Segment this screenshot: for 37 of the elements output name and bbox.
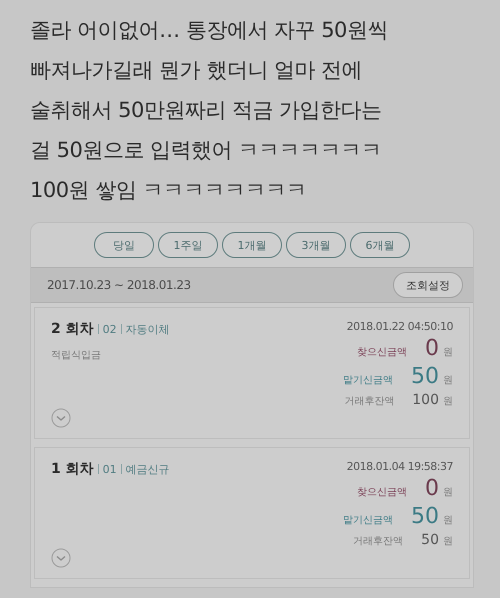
currency-unit: 원 [443, 395, 453, 408]
query-settings-button[interactable]: 조회설정 [393, 272, 463, 298]
expand-icon[interactable] [51, 548, 71, 568]
period-button[interactable]: 6개월 [350, 232, 410, 258]
currency-unit: 원 [443, 346, 453, 359]
transaction-datetime: 2018.01.22 04:50:10 [346, 320, 453, 333]
period-button[interactable]: 3개월 [286, 232, 346, 258]
currency-unit: 원 [443, 535, 453, 548]
amount-value: 100 [412, 392, 439, 408]
transaction-code: 02 [102, 323, 117, 336]
date-range: 2017.10.23 ~ 2018.01.23 [47, 278, 191, 292]
amount-label: 맡기신금액 [343, 374, 393, 387]
post-text: 졸라 어이없어… 통장에서 자꾸 50원씩 빠져나가길래 뭔가 했더니 얼마 전에 술취해서 50만원짜리 적금 가입한다는 걸 50원으로 입력했어 ㅋㅋㅋㅋㅋㅋㅋ 100원 쌓임 ㅋㅋㅋㅋㅋㅋㅋㅋ [30, 17, 389, 204]
currency-unit: 원 [443, 374, 453, 387]
amount-label: 거래후잔액 [353, 535, 404, 548]
expand-icon[interactable] [51, 408, 71, 428]
currency-unit: 원 [443, 486, 453, 499]
amount-label: 찾으신금액 [357, 346, 407, 359]
amount-value: 50 [411, 504, 439, 529]
period-button[interactable]: 1개월 [222, 232, 282, 258]
amount-value: 50 [411, 364, 439, 389]
round-label: 2 회차 [51, 320, 94, 338]
amount-label: 찾으신금액 [357, 486, 407, 499]
amount-value: 0 [425, 336, 439, 361]
transaction-datetime: 2018.01.04 19:58:37 [346, 460, 453, 473]
period-button[interactable]: 당일 [94, 232, 154, 258]
currency-unit: 원 [443, 514, 453, 527]
transaction-note: 적립식입금 [51, 349, 101, 362]
transaction-type: 자동이체 [126, 322, 170, 337]
amount-label: 거래후잔액 [344, 395, 394, 408]
amount-value: 0 [425, 476, 439, 501]
transaction-code: 01 [102, 463, 117, 476]
round-label: 1 회차 [51, 460, 94, 478]
period-button[interactable]: 1주일 [158, 232, 218, 258]
amount-value: 50 [421, 532, 439, 548]
transaction-type: 예금신규 [126, 462, 170, 477]
amount-label: 맡기신금액 [343, 514, 393, 527]
